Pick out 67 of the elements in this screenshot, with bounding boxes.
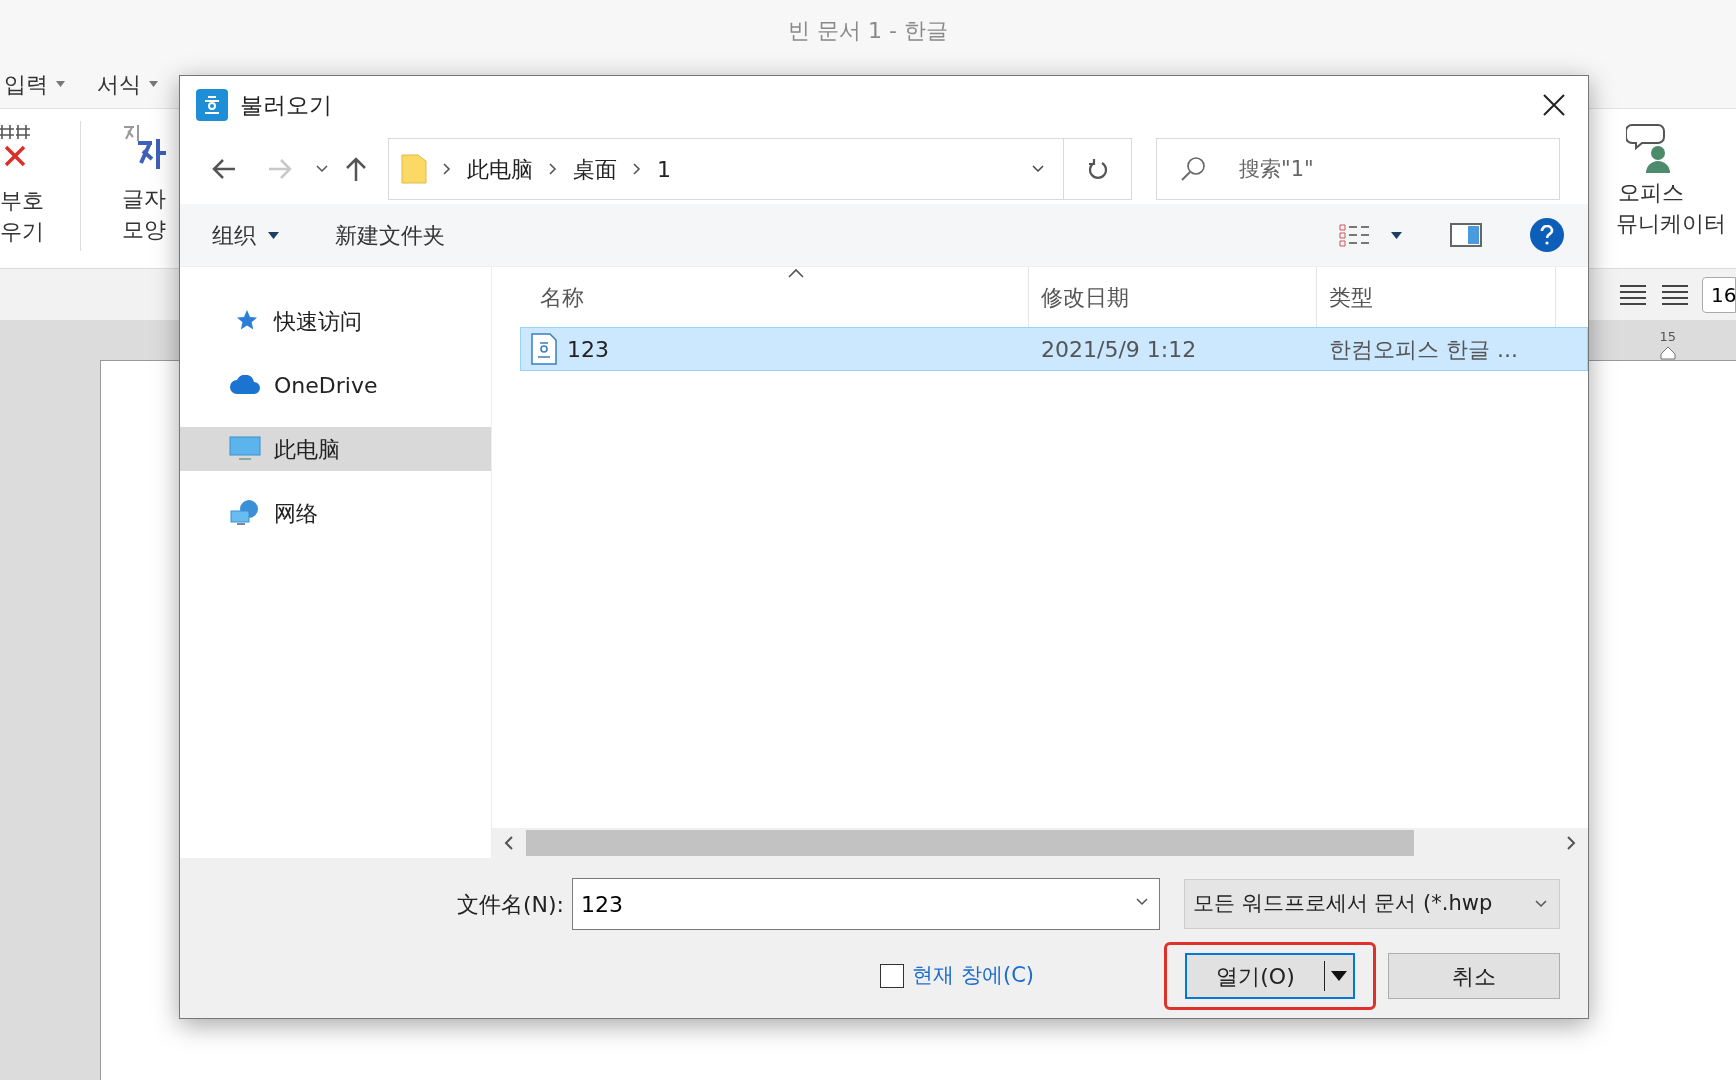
ribbon-label: 모양 — [122, 216, 166, 244]
organize-button[interactable]: 组织 — [212, 218, 279, 252]
scroll-right-icon — [1566, 836, 1576, 850]
file-type: 한컴오피스 한글 ... — [1328, 335, 1518, 364]
ribbon-label: 부호 — [0, 187, 44, 215]
chevron-down-icon — [1535, 900, 1547, 908]
window-title: 빈 문서 1 - 한글 — [788, 16, 948, 45]
ribbon-label: 오피스 — [1618, 179, 1684, 207]
file-type-dropdown[interactable]: 모든 워드프로세서 문서 (*.hwp — [1184, 879, 1560, 929]
caret-icon — [268, 231, 279, 239]
file-name: 123 — [567, 335, 609, 364]
folder-icon — [401, 154, 427, 184]
sidebar-item[interactable]: 网络 — [180, 491, 491, 535]
chevron-right-icon — [633, 163, 641, 175]
font-size-field[interactable]: 16 — [1702, 276, 1736, 313]
filename-label: 文件名(N): — [456, 890, 564, 919]
chevron-right-icon — [549, 163, 557, 175]
column-header[interactable]: 名称 — [508, 267, 1028, 327]
current-window-checkbox[interactable]: 현재 창에(C) — [880, 960, 1034, 992]
refresh-icon — [1086, 157, 1109, 181]
breadcrumb-item[interactable]: 1 — [657, 152, 671, 186]
computer-icon — [229, 436, 261, 462]
open-button[interactable]: 열기(O) — [1185, 953, 1355, 999]
align-icon — [1618, 282, 1648, 307]
address-bar[interactable]: 此电脑 桌面 1 — [388, 138, 1132, 200]
chevron-down-icon — [1032, 165, 1044, 173]
caret-icon — [56, 81, 65, 87]
ribbon-label: 글자 — [122, 185, 166, 213]
cloud-icon — [229, 375, 261, 395]
cancel-button[interactable]: 취소 — [1388, 953, 1560, 999]
file-row[interactable]: 123 2021/5/9 1:12 한컴오피스 한글 ... — [520, 327, 1588, 371]
network-icon — [229, 499, 261, 527]
horizontal-scrollbar[interactable] — [492, 828, 1588, 858]
ribbon-label: 우기 — [0, 218, 44, 246]
preview-pane-button[interactable] — [1450, 223, 1482, 247]
search-field[interactable]: 搜索"1" — [1156, 138, 1560, 200]
menu-item[interactable]: 입력 — [4, 67, 65, 101]
menu-item[interactable]: 서식 — [97, 67, 158, 101]
scroll-left-icon — [504, 836, 514, 850]
arrow-right-icon — [267, 158, 293, 180]
breadcrumb-item[interactable]: 桌面 — [573, 152, 617, 186]
search-icon — [1180, 156, 1206, 182]
ribbon-label: 뮤니케이터 — [1616, 210, 1726, 238]
document-icon — [529, 333, 559, 365]
app-logo-icon — [196, 89, 228, 121]
new-folder-button[interactable]: 新建文件夹 — [335, 218, 445, 252]
chevron-right-icon — [443, 163, 451, 175]
caret-icon — [149, 81, 158, 87]
breadcrumb-item[interactable]: 此电脑 — [467, 152, 533, 186]
arrow-left-icon — [211, 158, 237, 180]
caret-icon — [1331, 971, 1347, 981]
sidebar-item[interactable]: OneDrive — [180, 363, 491, 407]
file-date: 2021/5/9 1:12 — [1040, 335, 1198, 364]
sidebar-item[interactable]: 快速访问 — [180, 299, 491, 343]
dialog-title: 불러오기 — [240, 90, 332, 120]
help-button[interactable] — [1530, 218, 1564, 252]
question-mark-icon — [1540, 225, 1554, 245]
arrow-up-icon — [345, 156, 367, 182]
close-icon — [1542, 93, 1566, 117]
filename-field[interactable]: 123 — [572, 878, 1160, 930]
align-icon — [1660, 282, 1690, 307]
chevron-down-icon — [316, 165, 328, 173]
caret-icon — [1391, 231, 1402, 239]
view-options-button[interactable] — [1339, 223, 1402, 247]
chevron-down-icon — [1136, 898, 1148, 906]
sidebar-item[interactable]: 此电脑 — [180, 427, 491, 471]
ruler-number: 15 — [1659, 327, 1676, 346]
